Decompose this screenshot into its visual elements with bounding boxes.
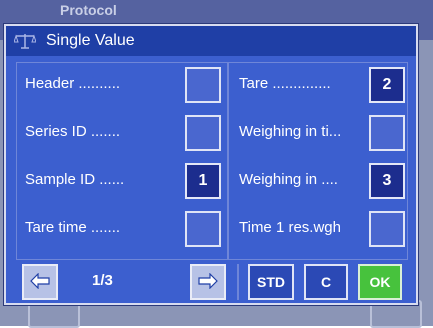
dialog-footer: 1/3 STD C OK [16,264,406,302]
sample-id-order-box[interactable]: 1 [185,163,221,199]
scale-icon [13,32,37,50]
weighing-in-time-order-box[interactable] [369,115,405,151]
footer-divider [237,264,239,300]
row-label: Time 1 res.wgh [239,219,341,236]
row-label: Header .......... [25,75,121,92]
tare-time-order-box[interactable] [185,211,221,247]
dialog-title: Single Value [46,32,135,49]
background-title: Protocol [60,2,117,18]
dialog-title-bar: Single Value [6,26,416,56]
row-label: Weighing in .... [239,171,338,188]
left-arrow-icon [30,272,50,292]
right-arrow-icon [198,272,218,292]
row-label: Tare .............. [239,75,331,92]
ok-button[interactable]: OK [358,264,402,300]
clear-button[interactable]: C [304,264,348,300]
weighing-in-order-box[interactable]: 3 [369,163,405,199]
row-label: Tare time ....... [25,219,121,236]
previous-page-button[interactable] [22,264,58,300]
row-label: Sample ID ...... [25,171,125,188]
settings-grid: Header .......... Series ID ....... Samp… [16,62,408,260]
row-label: Series ID ....... [25,123,121,140]
tare-order-box[interactable]: 2 [369,67,405,103]
series-id-order-box[interactable] [185,115,221,151]
row-label: Weighing in ti... [239,123,342,140]
column-divider [227,63,229,259]
header-order-box[interactable] [185,67,221,103]
std-button[interactable]: STD [248,264,294,300]
time-1-res-wgh-order-box[interactable] [369,211,405,247]
next-page-button[interactable] [190,264,226,300]
page-indicator: 1/3 [92,272,113,289]
single-value-dialog: Single Value Header .......... Series ID… [4,24,418,305]
